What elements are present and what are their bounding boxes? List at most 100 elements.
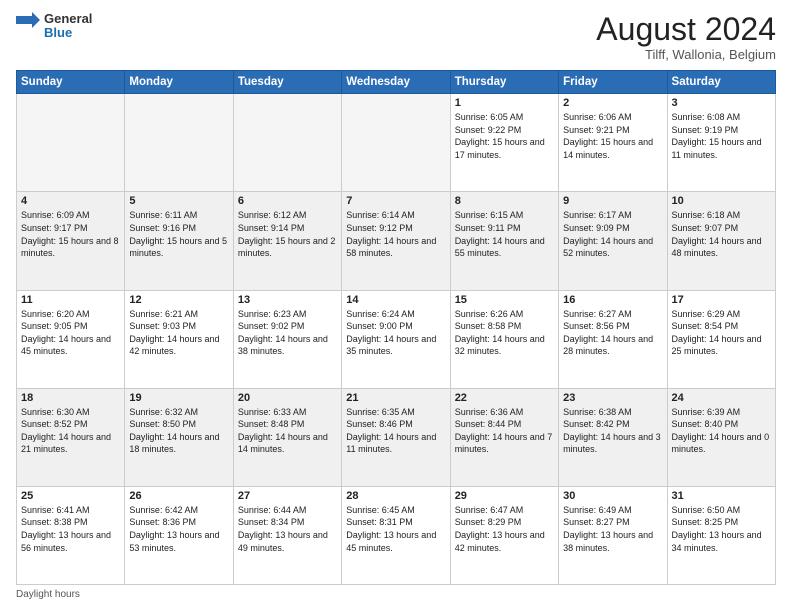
- col-header-friday: Friday: [559, 71, 667, 94]
- day-info: Sunrise: 6:23 AMSunset: 9:02 PMDaylight:…: [238, 308, 337, 358]
- calendar-week-row: 25 Sunrise: 6:41 AMSunset: 8:38 PMDayligh…: [17, 486, 776, 584]
- calendar-cell: 24Sunrise: 6:39 AMSunset: 8:40 PMDayligh…: [667, 388, 775, 486]
- logo-text: General Blue: [44, 12, 92, 41]
- calendar-week-row: 11Sunrise: 6:20 AMSunset: 9:05 PMDayligh…: [17, 290, 776, 388]
- calendar-cell: 22Sunrise: 6:36 AMSunset: 8:44 PMDayligh…: [450, 388, 558, 486]
- day-number: 4: [21, 195, 120, 207]
- day-info: Sunrise: 6:32 AMSunset: 8:50 PMDaylight:…: [129, 406, 228, 456]
- calendar-week-row: 4 Sunrise: 6:09 AMSunset: 9:17 PMDaylight…: [17, 192, 776, 290]
- calendar-cell: 20Sunrise: 6:33 AMSunset: 8:48 PMDayligh…: [233, 388, 341, 486]
- day-info: Sunrise: 6:14 AMSunset: 9:12 PMDaylight:…: [346, 209, 445, 259]
- day-info: Sunrise: 6:38 AMSunset: 8:42 PMDaylight:…: [563, 406, 662, 456]
- calendar-cell: 27 Sunrise: 6:44 AMSunset: 8:34 PMDayligh…: [233, 486, 341, 584]
- calendar-week-row: 1 Sunrise: 6:05 AMSunset: 9:22 PMDaylight…: [17, 94, 776, 192]
- day-info: Sunrise: 6:50 AMSunset: 8:25 PMDaylight:…: [672, 504, 771, 554]
- logo-icon: [16, 12, 40, 40]
- calendar-cell: 12Sunrise: 6:21 AMSunset: 9:03 PMDayligh…: [125, 290, 233, 388]
- day-info: Sunrise: 6:08 AMSunset: 9:19 PMDaylight:…: [672, 111, 771, 161]
- day-info: Sunrise: 6:26 AMSunset: 8:58 PMDaylight:…: [455, 308, 554, 358]
- location: Tilff, Wallonia, Belgium: [596, 47, 776, 62]
- calendar-cell: 16 Sunrise: 6:27 AMSunset: 8:56 PMDayligh…: [559, 290, 667, 388]
- day-info: Sunrise: 6:21 AMSunset: 9:03 PMDaylight:…: [129, 308, 228, 358]
- calendar-cell: 29Sunrise: 6:47 AMSunset: 8:29 PMDayligh…: [450, 486, 558, 584]
- day-number: 16: [563, 294, 662, 306]
- calendar-cell: 15 Sunrise: 6:26 AMSunset: 8:58 PMDayligh…: [450, 290, 558, 388]
- day-number: 19: [129, 392, 228, 404]
- day-number: 14: [346, 294, 445, 306]
- col-header-wednesday: Wednesday: [342, 71, 450, 94]
- calendar-cell: 7 Sunrise: 6:14 AMSunset: 9:12 PMDaylight…: [342, 192, 450, 290]
- day-info: Sunrise: 6:44 AMSunset: 8:34 PMDaylight:…: [238, 504, 337, 554]
- day-info: Sunrise: 6:49 AMSunset: 8:27 PMDaylight:…: [563, 504, 662, 554]
- calendar-cell: 13 Sunrise: 6:23 AMSunset: 9:02 PMDayligh…: [233, 290, 341, 388]
- day-info: Sunrise: 6:35 AMSunset: 8:46 PMDaylight:…: [346, 406, 445, 456]
- day-number: 15: [455, 294, 554, 306]
- calendar-week-row: 18Sunrise: 6:30 AMSunset: 8:52 PMDayligh…: [17, 388, 776, 486]
- day-info: Sunrise: 6:27 AMSunset: 8:56 PMDaylight:…: [563, 308, 662, 358]
- day-info: Sunrise: 6:17 AMSunset: 9:09 PMDaylight:…: [563, 209, 662, 259]
- logo-blue: Blue: [44, 26, 92, 40]
- calendar-cell: [17, 94, 125, 192]
- day-number: 8: [455, 195, 554, 207]
- calendar-cell: 23 Sunrise: 6:38 AMSunset: 8:42 PMDayligh…: [559, 388, 667, 486]
- day-info: Sunrise: 6:09 AMSunset: 9:17 PMDaylight:…: [21, 209, 120, 259]
- calendar-cell: 14 Sunrise: 6:24 AMSunset: 9:00 PMDayligh…: [342, 290, 450, 388]
- day-info: Sunrise: 6:47 AMSunset: 8:29 PMDaylight:…: [455, 504, 554, 554]
- day-number: 10: [672, 195, 771, 207]
- day-info: Sunrise: 6:29 AMSunset: 8:54 PMDaylight:…: [672, 308, 771, 358]
- col-header-thursday: Thursday: [450, 71, 558, 94]
- day-info: Sunrise: 6:24 AMSunset: 9:00 PMDaylight:…: [346, 308, 445, 358]
- daylight-label: Daylight hours: [16, 589, 80, 600]
- calendar-cell: 6 Sunrise: 6:12 AMSunset: 9:14 PMDaylight…: [233, 192, 341, 290]
- day-number: 11: [21, 294, 120, 306]
- page: General Blue August 2024 Tilff, Wallonia…: [0, 0, 792, 612]
- day-info: Sunrise: 6:15 AMSunset: 9:11 PMDaylight:…: [455, 209, 554, 259]
- day-info: Sunrise: 6:18 AMSunset: 9:07 PMDaylight:…: [672, 209, 771, 259]
- day-info: Sunrise: 6:11 AMSunset: 9:16 PMDaylight:…: [129, 209, 228, 259]
- title-block: August 2024 Tilff, Wallonia, Belgium: [596, 12, 776, 62]
- day-number: 25: [21, 490, 120, 502]
- calendar-cell: 4 Sunrise: 6:09 AMSunset: 9:17 PMDaylight…: [17, 192, 125, 290]
- day-number: 27: [238, 490, 337, 502]
- day-info: Sunrise: 6:41 AMSunset: 8:38 PMDaylight:…: [21, 504, 120, 554]
- day-info: Sunrise: 6:42 AMSunset: 8:36 PMDaylight:…: [129, 504, 228, 554]
- day-number: 9: [563, 195, 662, 207]
- day-number: 28: [346, 490, 445, 502]
- day-number: 22: [455, 392, 554, 404]
- day-number: 13: [238, 294, 337, 306]
- day-number: 7: [346, 195, 445, 207]
- col-header-tuesday: Tuesday: [233, 71, 341, 94]
- calendar-cell: 21 Sunrise: 6:35 AMSunset: 8:46 PMDayligh…: [342, 388, 450, 486]
- calendar-cell: 1 Sunrise: 6:05 AMSunset: 9:22 PMDaylight…: [450, 94, 558, 192]
- day-number: 26: [129, 490, 228, 502]
- logo: General Blue: [16, 12, 92, 41]
- calendar-cell: 17Sunrise: 6:29 AMSunset: 8:54 PMDayligh…: [667, 290, 775, 388]
- day-number: 30: [563, 490, 662, 502]
- calendar-cell: 28 Sunrise: 6:45 AMSunset: 8:31 PMDayligh…: [342, 486, 450, 584]
- day-number: 23: [563, 392, 662, 404]
- day-number: 3: [672, 97, 771, 109]
- day-number: 2: [563, 97, 662, 109]
- calendar-cell: 25 Sunrise: 6:41 AMSunset: 8:38 PMDayligh…: [17, 486, 125, 584]
- day-number: 5: [129, 195, 228, 207]
- day-number: 6: [238, 195, 337, 207]
- calendar-cell: [125, 94, 233, 192]
- footer-note: Daylight hours: [16, 589, 776, 600]
- day-number: 1: [455, 97, 554, 109]
- day-number: 24: [672, 392, 771, 404]
- day-number: 21: [346, 392, 445, 404]
- day-number: 31: [672, 490, 771, 502]
- calendar-cell: 10 Sunrise: 6:18 AMSunset: 9:07 PMDayligh…: [667, 192, 775, 290]
- calendar-cell: 19 Sunrise: 6:32 AMSunset: 8:50 PMDayligh…: [125, 388, 233, 486]
- calendar-cell: 18Sunrise: 6:30 AMSunset: 8:52 PMDayligh…: [17, 388, 125, 486]
- header: General Blue August 2024 Tilff, Wallonia…: [16, 12, 776, 62]
- day-info: Sunrise: 6:05 AMSunset: 9:22 PMDaylight:…: [455, 111, 554, 161]
- day-number: 20: [238, 392, 337, 404]
- calendar-cell: 30 Sunrise: 6:49 AMSunset: 8:27 PMDayligh…: [559, 486, 667, 584]
- calendar-cell: [233, 94, 341, 192]
- day-info: Sunrise: 6:45 AMSunset: 8:31 PMDaylight:…: [346, 504, 445, 554]
- calendar-cell: 9 Sunrise: 6:17 AMSunset: 9:09 PMDaylight…: [559, 192, 667, 290]
- day-info: Sunrise: 6:12 AMSunset: 9:14 PMDaylight:…: [238, 209, 337, 259]
- calendar-table: SundayMondayTuesdayWednesdayThursdayFrid…: [16, 70, 776, 585]
- day-info: Sunrise: 6:30 AMSunset: 8:52 PMDaylight:…: [21, 406, 120, 456]
